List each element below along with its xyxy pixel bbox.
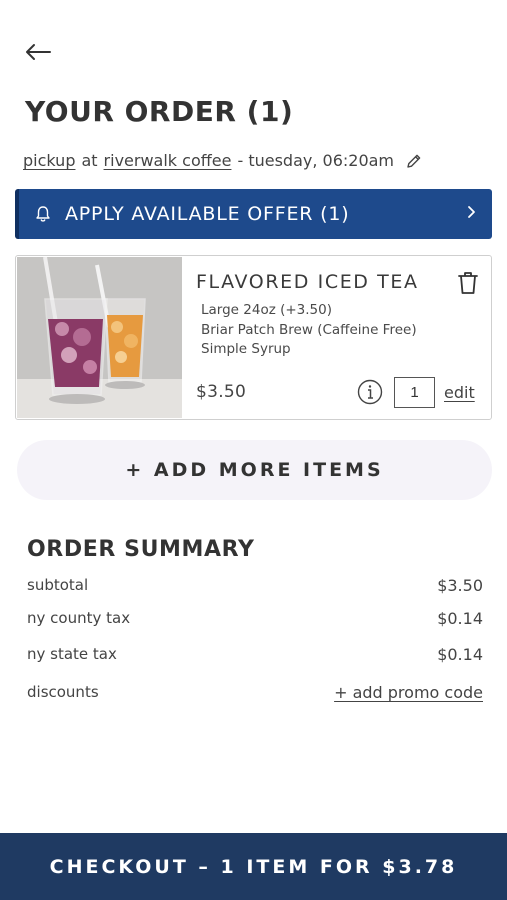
order-summary-title: ORDER SUMMARY: [27, 537, 255, 562]
discounts-label: discounts: [27, 683, 99, 701]
pencil-icon[interactable]: [406, 153, 422, 169]
chevron-right-icon: [468, 206, 475, 218]
order-page: YOUR ORDER (1) pickup at riverwalk coffe…: [0, 0, 507, 900]
trash-icon[interactable]: [456, 270, 480, 296]
item-modifiers: Large 24oz (+3.50) Briar Patch Brew (Caf…: [201, 301, 417, 360]
edit-item-link[interactable]: edit: [444, 383, 475, 402]
item-price: $3.50: [196, 382, 247, 402]
apply-offer-button[interactable]: APPLY AVAILABLE OFFER (1): [15, 189, 492, 239]
pickup-location-link[interactable]: riverwalk coffee: [104, 151, 232, 170]
item-name: FLAVORED ICED TEA: [196, 271, 419, 293]
summary-row-subtotal: subtotal $3.50: [27, 576, 483, 595]
item-modifier: Large 24oz (+3.50): [201, 302, 332, 318]
summary-row-state-tax: ny state tax $0.14: [27, 645, 483, 664]
county-tax-label: ny county tax: [27, 609, 131, 627]
county-tax-value: $0.14: [437, 609, 483, 628]
pickup-method-link[interactable]: pickup: [23, 151, 75, 170]
arrow-left-icon: [26, 44, 51, 60]
pickup-at-text: at: [81, 151, 98, 170]
drink-image: [17, 257, 182, 418]
state-tax-value: $0.14: [437, 645, 483, 664]
quantity-field[interactable]: 1: [394, 377, 435, 408]
add-promo-code-link[interactable]: + add promo code: [334, 683, 483, 702]
pickup-details: pickup at riverwalk coffee - tuesday, 06…: [23, 151, 422, 170]
subtotal-value: $3.50: [437, 576, 483, 595]
state-tax-label: ny state tax: [27, 645, 117, 663]
back-button[interactable]: [22, 38, 54, 66]
subtotal-label: subtotal: [27, 576, 89, 594]
summary-row-discounts: discounts + add promo code: [27, 683, 483, 702]
pickup-time-text: - tuesday, 06:20am: [237, 151, 395, 170]
bell-icon: [36, 206, 50, 222]
info-icon[interactable]: [357, 379, 383, 405]
page-title: YOUR ORDER (1): [25, 95, 294, 128]
cart-item-card: FLAVORED ICED TEA Large 24oz (+3.50) Bri…: [15, 255, 492, 420]
add-more-items-button[interactable]: + ADD MORE ITEMS: [17, 440, 492, 500]
offer-label: APPLY AVAILABLE OFFER (1): [65, 203, 350, 225]
checkout-button[interactable]: CHECKOUT – 1 ITEM FOR $3.78: [0, 833, 507, 900]
summary-row-county-tax: ny county tax $0.14: [27, 609, 483, 628]
item-modifier: Simple Syrup: [201, 341, 291, 357]
item-modifier: Briar Patch Brew (Caffeine Free): [201, 321, 417, 338]
